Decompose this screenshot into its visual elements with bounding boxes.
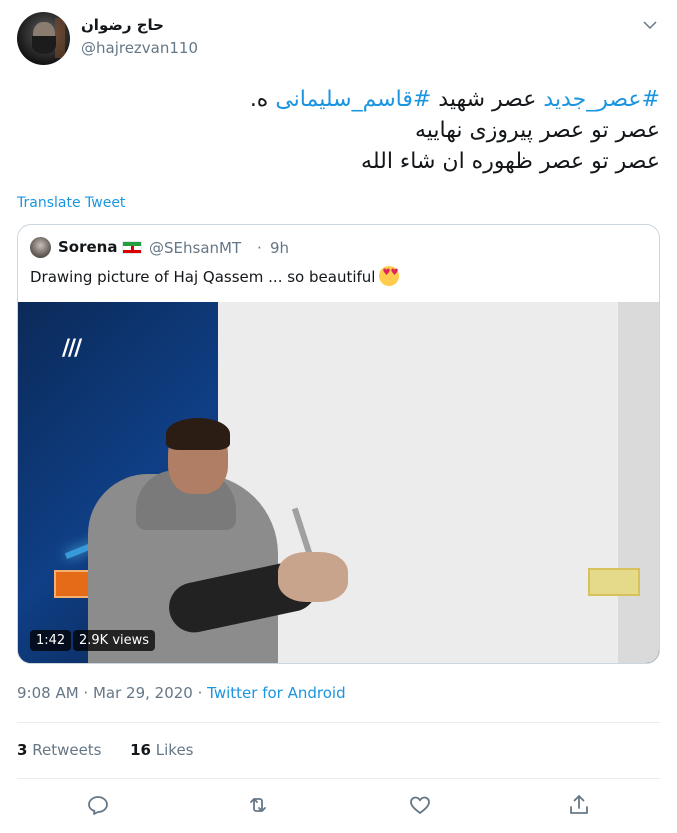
retweets-count: 3 [17,741,28,759]
author-avatar[interactable] [17,12,70,65]
tweet-line-1: #عصر_جدید عصر شهید #قاسم_سلیمانی ه. [20,84,660,115]
meta-separator: · [192,684,208,702]
tweet-time[interactable]: 9:08 AM [17,684,79,702]
retweets-label: Retweets [32,741,102,759]
author-handle[interactable]: @hajrezvan110 [81,39,198,57]
video-player[interactable]: /// 1:42 2.9K views [18,302,659,663]
likes-stat[interactable]: 16 Likes [130,741,193,759]
quoted-timestamp: 9h [270,239,290,257]
video-duration-badge: 1:42 [30,630,72,651]
tweet-line-3: عصر تو عصر ظهوره ان شاء الله [361,149,660,174]
tweet-source-link[interactable]: Twitter for Android [207,684,345,702]
hashtag-link[interactable]: #عصر_جدید [543,87,660,112]
tweet-header: حاج رضوان @hajrezvan110 [17,12,665,68]
quoted-tweet[interactable]: Sorena @SEhsanMT · 9h Drawing picture of… [17,224,660,664]
video-views-badge: 2.9K views [73,630,156,651]
reply-icon[interactable] [86,793,110,817]
tweet-stats: 3 Retweets 16 Likes [17,741,194,759]
quoted-author-name: Sorena [58,238,118,256]
likes-label: Likes [155,741,194,759]
divider [17,778,660,779]
quoted-text-content: Drawing picture of Haj Qassem ... so bea… [30,268,376,286]
tweet-date[interactable]: Mar 29, 2020 [93,684,193,702]
divider [17,722,660,723]
quoted-author-handle: @SEhsanMT [149,239,242,257]
retweets-stat[interactable]: 3 Retweets [17,741,102,759]
tweet-text: #عصر_جدید عصر شهید #قاسم_سلیمانی ه. عصر … [20,84,660,177]
channel-logo-icon: /// [62,336,82,361]
tweet-text-fragment: ه. [249,87,276,112]
tweet-line-2: عصر تو عصر پیروزی نهاییه [414,118,660,143]
likes-count: 16 [130,741,151,759]
meta-separator: · [78,684,93,702]
chevron-down-icon[interactable] [641,16,659,34]
tweet-text-fragment: عصر شهید [431,87,544,112]
hashtag-link[interactable]: #قاسم_سلیمانی [275,87,431,112]
iran-flag-icon [122,241,142,254]
translate-tweet-link[interactable]: Translate Tweet [17,195,125,211]
author-display-name[interactable]: حاج رضوان [81,16,164,34]
retweet-icon[interactable] [246,793,270,817]
quoted-separator: · [257,239,262,257]
heart-icon[interactable] [408,793,432,817]
quoted-author-avatar [30,237,51,258]
tweet-metadata: 9:08 AM · Mar 29, 2020 · Twitter for And… [17,684,346,702]
quoted-text: Drawing picture of Haj Qassem ... so bea… [30,266,400,286]
heart-eyes-emoji-icon [379,266,400,286]
share-icon[interactable] [567,793,591,817]
